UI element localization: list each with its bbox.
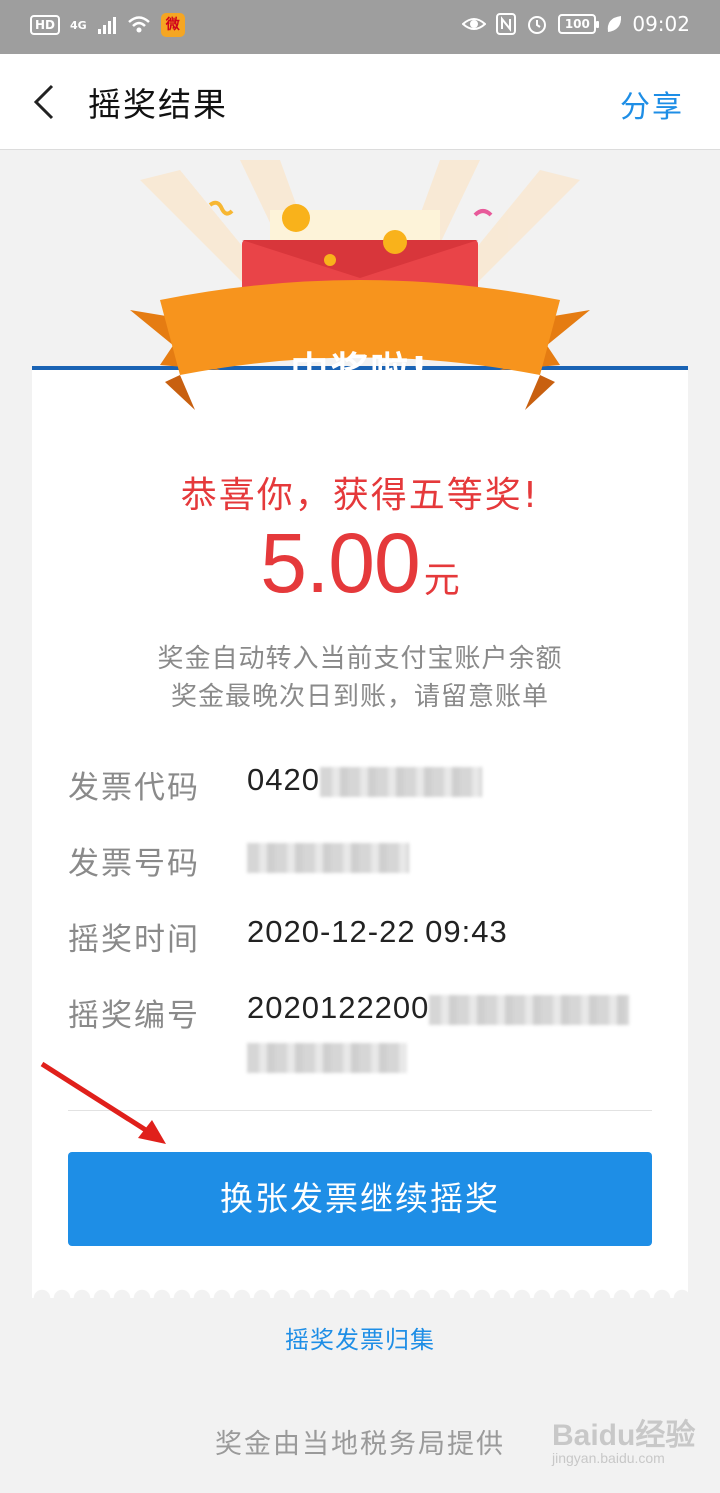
continue-draw-button[interactable]: 换张发票继续摇奖 bbox=[68, 1152, 652, 1246]
watermark-main: Baidu经验 bbox=[552, 1419, 696, 1452]
redacted-block bbox=[247, 842, 409, 873]
signal-icon bbox=[97, 17, 116, 34]
nav-bar: 摇奖结果 分享 bbox=[0, 54, 720, 150]
status-right: 100 09:02 bbox=[462, 12, 690, 36]
invoice-code-label: 发票代码 bbox=[68, 770, 200, 806]
nfc-icon bbox=[496, 13, 517, 35]
weibo-icon: 微 bbox=[160, 13, 185, 37]
amount-value: 5.00 bbox=[260, 516, 420, 610]
hd-indicator: HD bbox=[30, 15, 61, 35]
invoice-collection-link[interactable]: 摇奖发票归集 bbox=[0, 1320, 720, 1355]
baidu-watermark: Baidu经验 jingyan.baidu.com bbox=[552, 1410, 695, 1466]
note-line-2: 奖金最晚次日到账，请留意账单 bbox=[170, 682, 549, 712]
status-bar: HD 4G 微 100 09:02 bbox=[0, 0, 720, 54]
draw-number-value-line2 bbox=[247, 1038, 407, 1074]
annotation-arrow-icon bbox=[40, 1061, 166, 1144]
invoice-number-label: 发票号码 bbox=[68, 846, 200, 882]
draw-number-text: 2020122200 bbox=[247, 990, 430, 1025]
amount-unit: 元 bbox=[423, 560, 460, 601]
prize-amount: 5.00 元 bbox=[0, 515, 720, 612]
draw-time-value: 2020-12-22 09:43 bbox=[247, 914, 508, 949]
redacted-block bbox=[247, 1042, 407, 1073]
leaf-icon bbox=[608, 16, 622, 32]
draw-number-value: 2020122200 bbox=[247, 990, 630, 1026]
congrats-text: 恭喜你，获得五等奖! bbox=[180, 475, 540, 516]
invoice-code-value: 0420 bbox=[247, 762, 482, 798]
share-button[interactable]: 分享 bbox=[620, 82, 684, 126]
redacted-block bbox=[319, 766, 482, 797]
back-chevron-icon bbox=[33, 84, 54, 120]
note-line-1: 奖金自动转入当前支付宝账户余额 bbox=[157, 644, 563, 674]
banner-text: 中奖啦! bbox=[290, 349, 430, 393]
battery-indicator: 100 bbox=[558, 14, 600, 34]
draw-time-label: 摇奖时间 bbox=[68, 922, 200, 958]
alarm-icon bbox=[528, 16, 547, 34]
clock: 09:02 bbox=[632, 12, 690, 36]
draw-number-label: 摇奖编号 bbox=[68, 998, 200, 1034]
invoice-code-text: 0420 bbox=[247, 762, 320, 797]
card-scallop-edge bbox=[32, 1282, 688, 1298]
invoice-number-value bbox=[247, 838, 409, 874]
redacted-block bbox=[429, 994, 630, 1025]
status-left: HD 4G 微 bbox=[30, 13, 185, 37]
eye-icon bbox=[462, 18, 487, 30]
wifi-icon bbox=[127, 16, 150, 33]
back-button[interactable] bbox=[30, 82, 70, 122]
network-type: 4G bbox=[70, 18, 87, 32]
page-title: 摇奖结果 bbox=[88, 85, 228, 124]
